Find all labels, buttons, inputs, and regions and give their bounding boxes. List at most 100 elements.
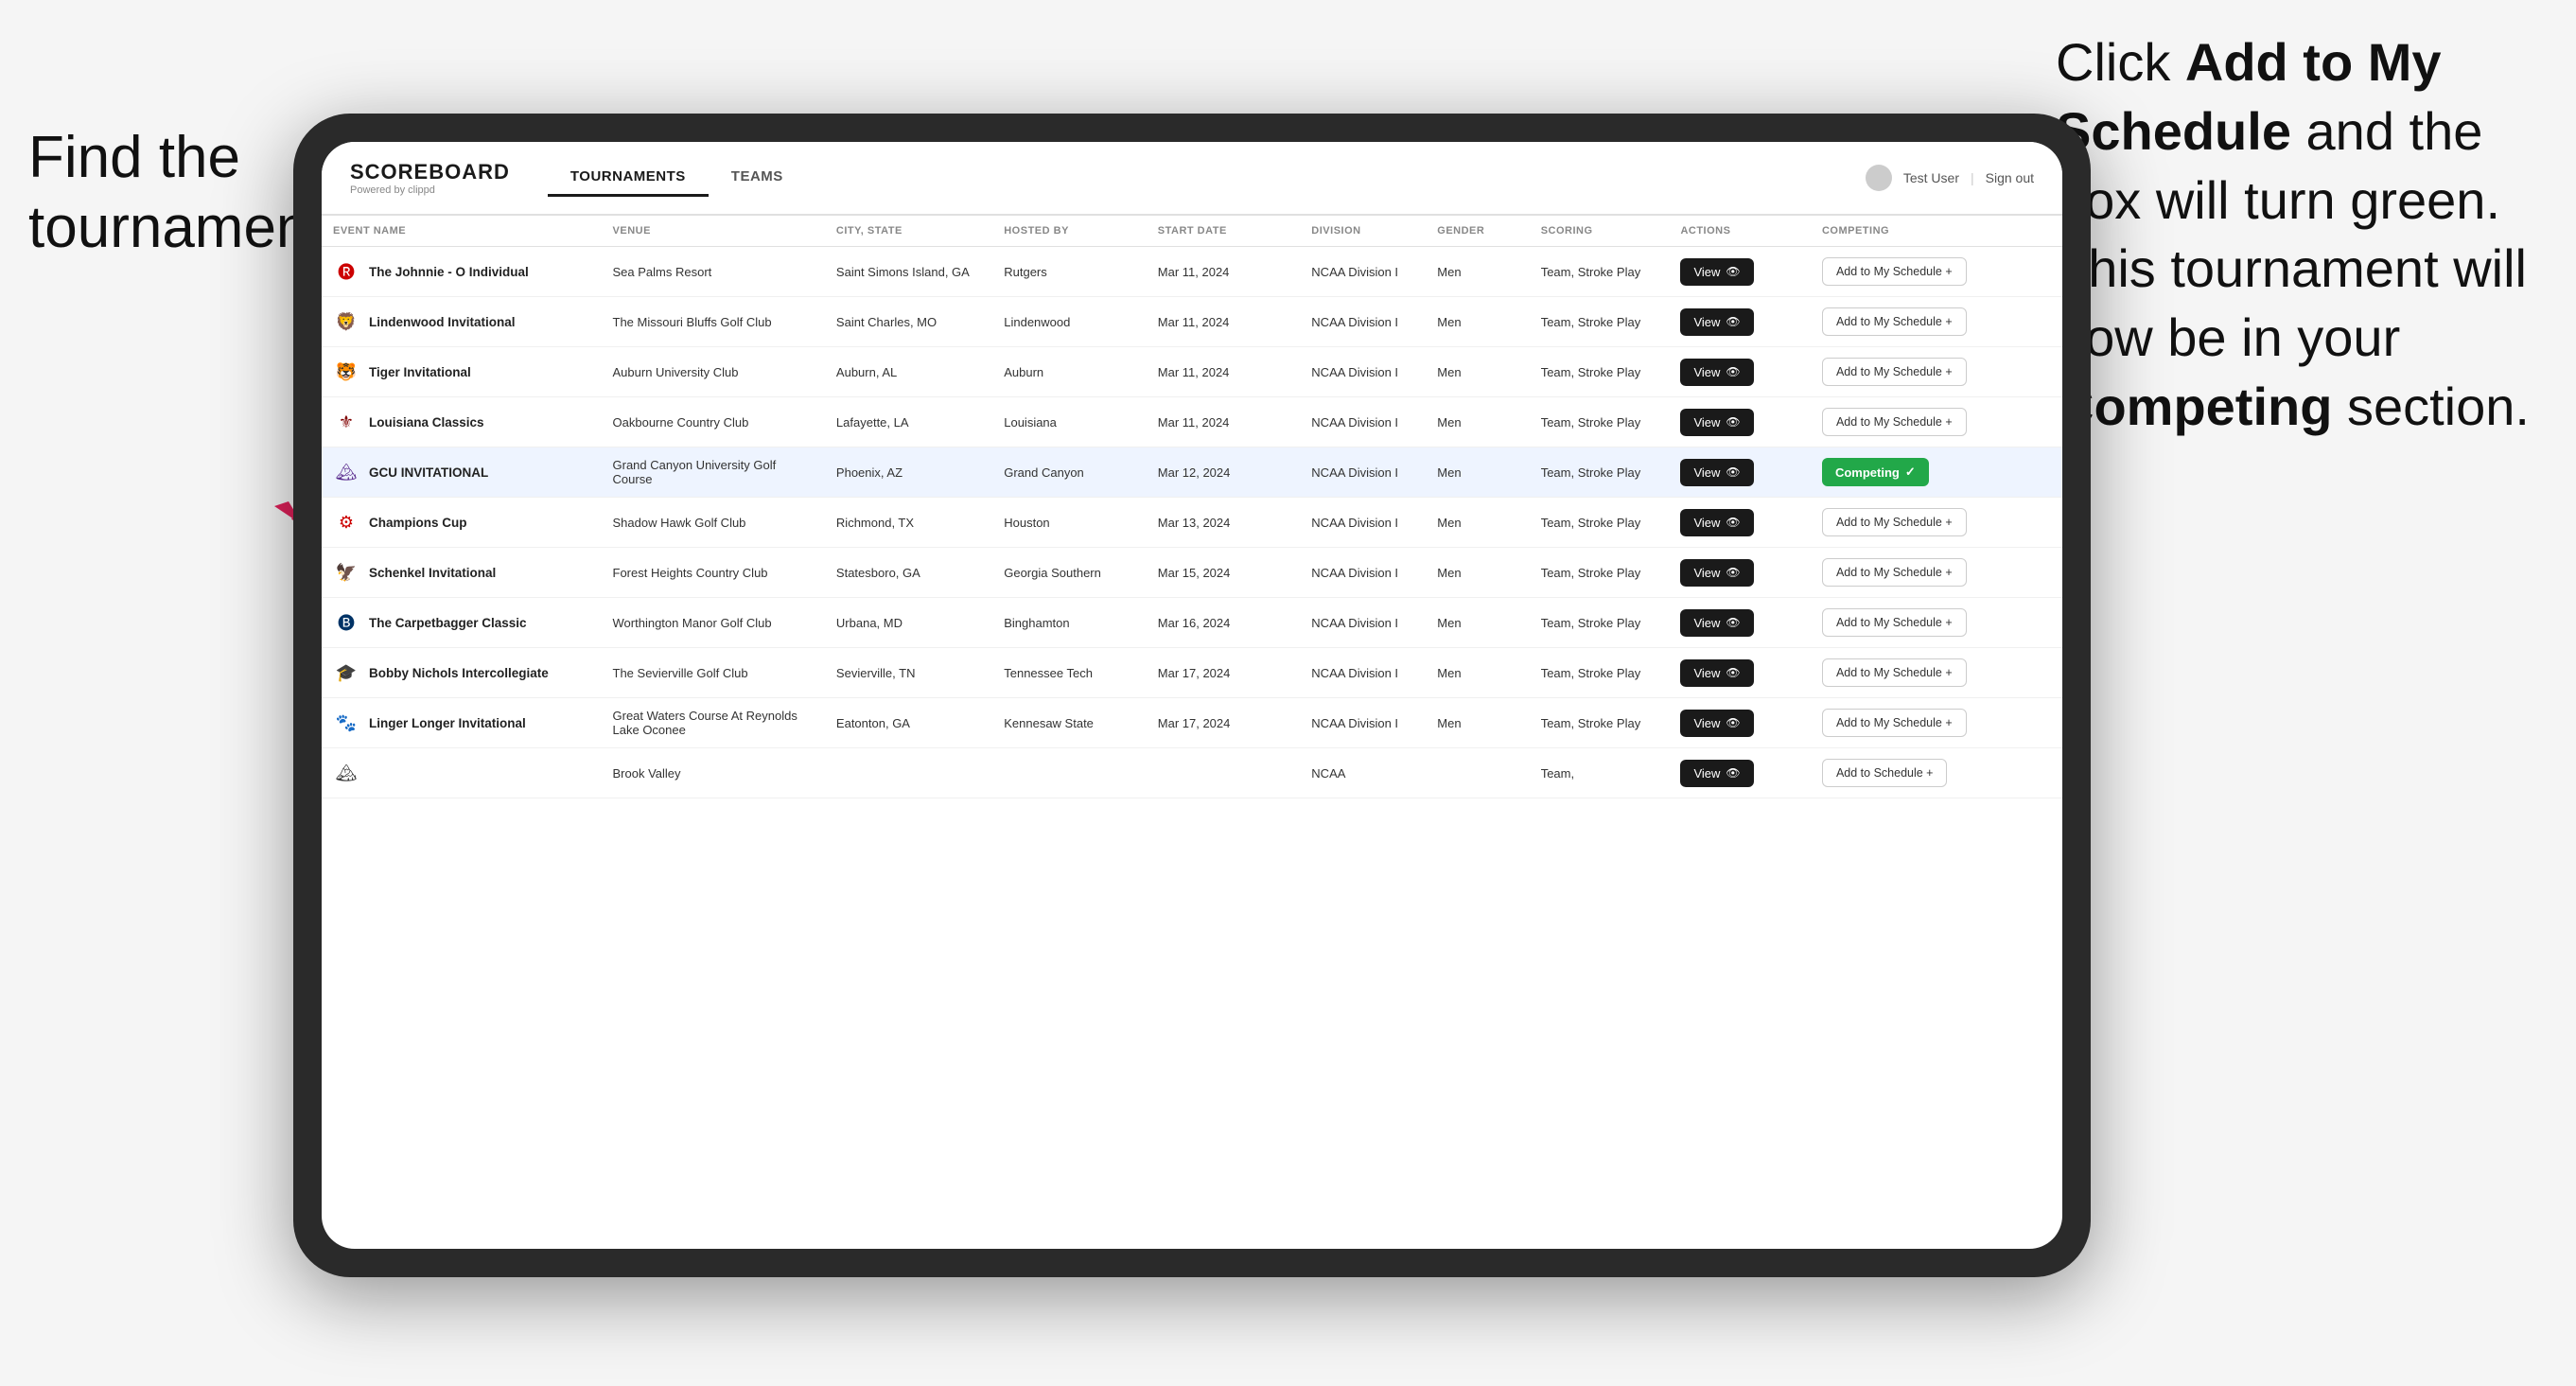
view-button[interactable]: View 👁	[1680, 409, 1753, 436]
event-name: Lindenwood Invitational	[369, 315, 516, 329]
division-cell: NCAA Division I	[1300, 498, 1426, 548]
view-button[interactable]: View 👁	[1680, 509, 1753, 536]
event-name: The Johnnie - O Individual	[369, 265, 529, 279]
view-button[interactable]: View 👁	[1680, 258, 1753, 286]
date-cell: Mar 11, 2024	[1147, 297, 1301, 347]
add-to-schedule-button[interactable]: Add to My Schedule +	[1822, 408, 1967, 436]
team-logo: 🏔	[333, 459, 359, 485]
add-to-schedule-button[interactable]: Add to My Schedule +	[1822, 709, 1967, 737]
team-logo: 🐯	[333, 359, 359, 385]
add-schedule-label: Add to My Schedule +	[1836, 566, 1953, 579]
city-cell	[825, 748, 992, 798]
view-button[interactable]: View 👁	[1680, 308, 1753, 336]
col-header-competing: COMPETING	[1811, 216, 2062, 247]
view-button[interactable]: View 👁	[1680, 760, 1753, 787]
division-cell: NCAA Division I	[1300, 648, 1426, 698]
division-cell: NCAA Division I	[1300, 297, 1426, 347]
add-to-schedule-button[interactable]: Add to My Schedule +	[1822, 358, 1967, 386]
view-button[interactable]: View 👁	[1680, 659, 1753, 687]
city-cell: Lafayette, LA	[825, 397, 992, 447]
table-row: 🎓 Bobby Nichols Intercollegiate The Sevi…	[322, 648, 2062, 698]
competing-cell: Add to My Schedule +	[1811, 648, 2062, 698]
add-to-schedule-button[interactable]: Add to My Schedule +	[1822, 558, 1967, 587]
table-row: ⚜ Louisiana Classics Oakbourne Country C…	[322, 397, 2062, 447]
eye-icon: 👁	[1726, 265, 1740, 278]
add-schedule-label: Add to My Schedule +	[1836, 315, 1953, 328]
add-to-schedule-button[interactable]: Add to Schedule +	[1822, 759, 1948, 787]
add-schedule-label: Add to My Schedule +	[1836, 365, 1953, 378]
actions-cell: View 👁	[1669, 297, 1811, 347]
gender-cell: Men	[1426, 698, 1529, 748]
table-row: 🅡 The Johnnie - O Individual Sea Palms R…	[322, 247, 2062, 297]
table-row: 🦁 Lindenwood Invitational The Missouri B…	[322, 297, 2062, 347]
event-cell: 🅡 The Johnnie - O Individual	[333, 258, 590, 285]
check-icon: ✓	[1905, 465, 1916, 480]
header-right: Test User | Sign out	[1866, 165, 2034, 191]
competing-cell: Add to My Schedule +	[1811, 347, 2062, 397]
tournaments-table: EVENT NAME VENUE CITY, STATE HOSTED BY S…	[322, 216, 2062, 798]
city-cell: Richmond, TX	[825, 498, 992, 548]
host-cell: Lindenwood	[992, 297, 1147, 347]
host-cell: Georgia Southern	[992, 548, 1147, 598]
venue-cell: Brook Valley	[602, 748, 825, 798]
venue-cell: Shadow Hawk Golf Club	[602, 498, 825, 548]
gender-cell: Men	[1426, 498, 1529, 548]
team-logo: 🎓	[333, 659, 359, 686]
table-body: 🅡 The Johnnie - O Individual Sea Palms R…	[322, 247, 2062, 798]
add-schedule-label: Add to My Schedule +	[1836, 666, 1953, 679]
actions-cell: View 👁	[1669, 698, 1811, 748]
view-button[interactable]: View 👁	[1680, 559, 1753, 587]
competing-button[interactable]: Competing ✓	[1822, 458, 1929, 486]
nav-tabs: TOURNAMENTS TEAMS	[548, 159, 806, 197]
tab-tournaments[interactable]: TOURNAMENTS	[548, 159, 709, 197]
col-header-gender: GENDER	[1426, 216, 1529, 247]
actions-cell: View 👁	[1669, 598, 1811, 648]
actions-cell: View 👁	[1669, 447, 1811, 498]
date-cell: Mar 16, 2024	[1147, 598, 1301, 648]
add-to-schedule-button[interactable]: Add to My Schedule +	[1822, 307, 1967, 336]
add-to-schedule-button[interactable]: Add to My Schedule +	[1822, 658, 1967, 687]
table-header-row: EVENT NAME VENUE CITY, STATE HOSTED BY S…	[322, 216, 2062, 247]
date-cell: Mar 12, 2024	[1147, 447, 1301, 498]
add-to-schedule-button[interactable]: Add to My Schedule +	[1822, 608, 1967, 637]
division-cell: NCAA Division I	[1300, 447, 1426, 498]
add-to-schedule-button[interactable]: Add to My Schedule +	[1822, 508, 1967, 536]
city-cell: Phoenix, AZ	[825, 447, 992, 498]
city-cell: Eatonton, GA	[825, 698, 992, 748]
competing-cell: Add to My Schedule +	[1811, 498, 2062, 548]
view-label: View	[1693, 315, 1720, 329]
view-button[interactable]: View 👁	[1680, 609, 1753, 637]
add-schedule-label: Add to My Schedule +	[1836, 516, 1953, 529]
table-row: 🐯 Tiger Invitational Auburn University C…	[322, 347, 2062, 397]
city-cell: Saint Simons Island, GA	[825, 247, 992, 297]
col-header-event: EVENT NAME	[322, 216, 602, 247]
gender-cell: Men	[1426, 347, 1529, 397]
scoring-cell: Team, Stroke Play	[1530, 297, 1670, 347]
view-button[interactable]: View 👁	[1680, 710, 1753, 737]
view-button[interactable]: View 👁	[1680, 459, 1753, 486]
event-cell: 🅑 The Carpetbagger Classic	[333, 609, 590, 636]
add-to-schedule-button[interactable]: Add to My Schedule +	[1822, 257, 1967, 286]
eye-icon: 👁	[1726, 315, 1740, 328]
user-name: Test User	[1903, 170, 1959, 185]
event-cell: ⚜ Louisiana Classics	[333, 409, 590, 435]
view-button[interactable]: View 👁	[1680, 359, 1753, 386]
actions-cell: View 👁	[1669, 247, 1811, 297]
venue-cell: Grand Canyon University Golf Course	[602, 447, 825, 498]
logo-text: SCOREBOARD	[350, 160, 510, 184]
competing-cell: Add to My Schedule +	[1811, 698, 2062, 748]
scoring-cell: Team, Stroke Play	[1530, 347, 1670, 397]
host-cell: Grand Canyon	[992, 447, 1147, 498]
col-header-division: DIVISION	[1300, 216, 1426, 247]
host-cell: Auburn	[992, 347, 1147, 397]
scoring-cell: Team, Stroke Play	[1530, 498, 1670, 548]
tab-teams[interactable]: TEAMS	[709, 159, 806, 197]
sign-out-link[interactable]: Sign out	[1986, 170, 2034, 185]
scoring-cell: Team, Stroke Play	[1530, 698, 1670, 748]
view-label: View	[1693, 365, 1720, 379]
actions-cell: View 👁	[1669, 347, 1811, 397]
team-logo: 🅑	[333, 609, 359, 636]
scoring-cell: Team, Stroke Play	[1530, 447, 1670, 498]
division-cell: NCAA Division I	[1300, 598, 1426, 648]
view-label: View	[1693, 566, 1720, 580]
